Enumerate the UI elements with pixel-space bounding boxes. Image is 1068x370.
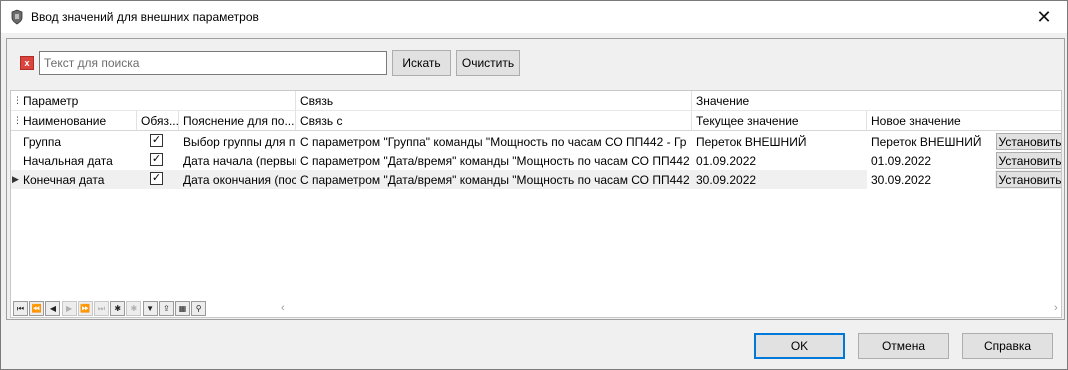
prev-icon[interactable]: ◀ bbox=[45, 301, 61, 316]
param-name: Группа bbox=[23, 134, 62, 149]
set-value-button[interactable]: Установить bbox=[996, 133, 1061, 150]
current-value: 01.09.2022 bbox=[696, 153, 757, 168]
scroll-left-icon[interactable]: ‹ bbox=[281, 302, 285, 314]
required-checkbox[interactable]: ✓ bbox=[150, 134, 163, 147]
current-value: Переток ВНЕШНИЙ bbox=[696, 134, 807, 149]
table-row[interactable]: Группа ✓ Выбор группы для п С параметром… bbox=[11, 132, 1061, 151]
column-header-required[interactable]: Обяз... bbox=[137, 111, 179, 130]
param-link: С параметром "Группа" команды "Мощность … bbox=[300, 134, 687, 149]
clear-search-icon[interactable]: x bbox=[20, 56, 34, 70]
search-input[interactable] bbox=[39, 51, 387, 75]
clear-button[interactable]: Очистить bbox=[456, 50, 520, 76]
dialog-window: Ввод значений для внешних параметров ✕ x… bbox=[0, 0, 1068, 370]
next-page-icon[interactable]: ⏩ bbox=[77, 301, 93, 316]
asterisk-disabled-icon[interactable]: ✱ bbox=[126, 301, 142, 316]
param-explanation: Дата начала (первый bbox=[183, 153, 296, 168]
prev-page-icon[interactable]: ⏪ bbox=[29, 301, 45, 316]
navigator-bar: ⏮ ⏪ ◀ ▶ ⏩ ⏭ ✱ ✱ ▼ ⇪ ▦ ⚲ ‹ › bbox=[11, 300, 1061, 317]
set-value-button[interactable]: Установить bbox=[996, 171, 1061, 188]
param-link: С параметром "Дата/время" команды "Мощно… bbox=[300, 153, 690, 168]
new-value[interactable]: 01.09.2022 bbox=[867, 151, 995, 170]
param-explanation: Дата окончания (пос bbox=[183, 172, 296, 187]
param-name: Начальная дата bbox=[23, 153, 113, 168]
column-menu-icon[interactable]: ⋮ bbox=[13, 116, 22, 125]
table-row-selected[interactable]: ▶ Конечная дата ✓ Дата окончания (пос С … bbox=[11, 170, 1061, 189]
help-button[interactable]: Справка bbox=[962, 333, 1053, 359]
band-header-value[interactable]: Значение bbox=[692, 91, 1061, 110]
grid-settings-icon[interactable]: ▦ bbox=[175, 301, 190, 316]
search-button[interactable]: Искать bbox=[392, 50, 451, 76]
band-header-parameter[interactable]: Параметр bbox=[19, 91, 296, 110]
param-link: С параметром "Дата/время" команды "Мощно… bbox=[300, 172, 690, 187]
band-header-row: ⋮ Параметр Связь Значение bbox=[11, 91, 1061, 111]
param-name: Конечная дата bbox=[23, 172, 105, 187]
parameters-panel: x Искать Очистить ⋮ Параметр Связь Значе… bbox=[6, 38, 1065, 320]
param-explanation: Выбор группы для п bbox=[183, 134, 296, 149]
asterisk-icon[interactable]: ✱ bbox=[110, 301, 126, 316]
column-menu-icon[interactable]: ⋮ bbox=[13, 96, 22, 105]
set-value-button[interactable]: Установить bbox=[996, 152, 1061, 169]
export-icon[interactable]: ⇪ bbox=[158, 301, 174, 316]
column-header-link[interactable]: Связь с bbox=[296, 111, 692, 130]
required-checkbox[interactable]: ✓ bbox=[150, 153, 163, 166]
last-icon[interactable]: ⏭ bbox=[94, 301, 109, 316]
column-header-explanation[interactable]: Пояснение для по... bbox=[179, 111, 296, 130]
column-header-name[interactable]: Наименование bbox=[19, 111, 137, 130]
scroll-right-icon[interactable]: › bbox=[1054, 302, 1058, 314]
table-row[interactable]: Начальная дата ✓ Дата начала (первый С п… bbox=[11, 151, 1061, 170]
next-icon[interactable]: ▶ bbox=[61, 301, 77, 316]
window-title: Ввод значений для внешних параметров bbox=[31, 10, 259, 24]
cancel-button[interactable]: Отмена bbox=[858, 333, 949, 359]
app-icon bbox=[11, 9, 23, 25]
filter-icon[interactable]: ▼ bbox=[142, 301, 158, 316]
title-bar: Ввод значений для внешних параметров ✕ bbox=[1, 1, 1067, 33]
parameters-grid: ⋮ Параметр Связь Значение ⋮ Наименование… bbox=[10, 90, 1062, 318]
required-checkbox[interactable]: ✓ bbox=[150, 172, 163, 185]
find-icon[interactable]: ⚲ bbox=[191, 301, 207, 316]
column-header-new-value[interactable]: Новое значение bbox=[867, 111, 1061, 130]
band-header-link[interactable]: Связь bbox=[296, 91, 692, 110]
column-header-current-value[interactable]: Текущее значение bbox=[692, 111, 867, 130]
first-icon[interactable]: ⏮ bbox=[13, 301, 28, 316]
close-icon[interactable]: ✕ bbox=[1021, 1, 1067, 33]
new-value[interactable]: Переток ВНЕШНИЙ bbox=[867, 132, 995, 151]
ok-button[interactable]: OK bbox=[754, 333, 845, 359]
column-header-row: ⋮ Наименование Обяз... Пояснение для по.… bbox=[11, 111, 1061, 131]
new-value[interactable]: 30.09.2022 bbox=[867, 170, 995, 189]
current-value: 30.09.2022 bbox=[696, 172, 757, 187]
